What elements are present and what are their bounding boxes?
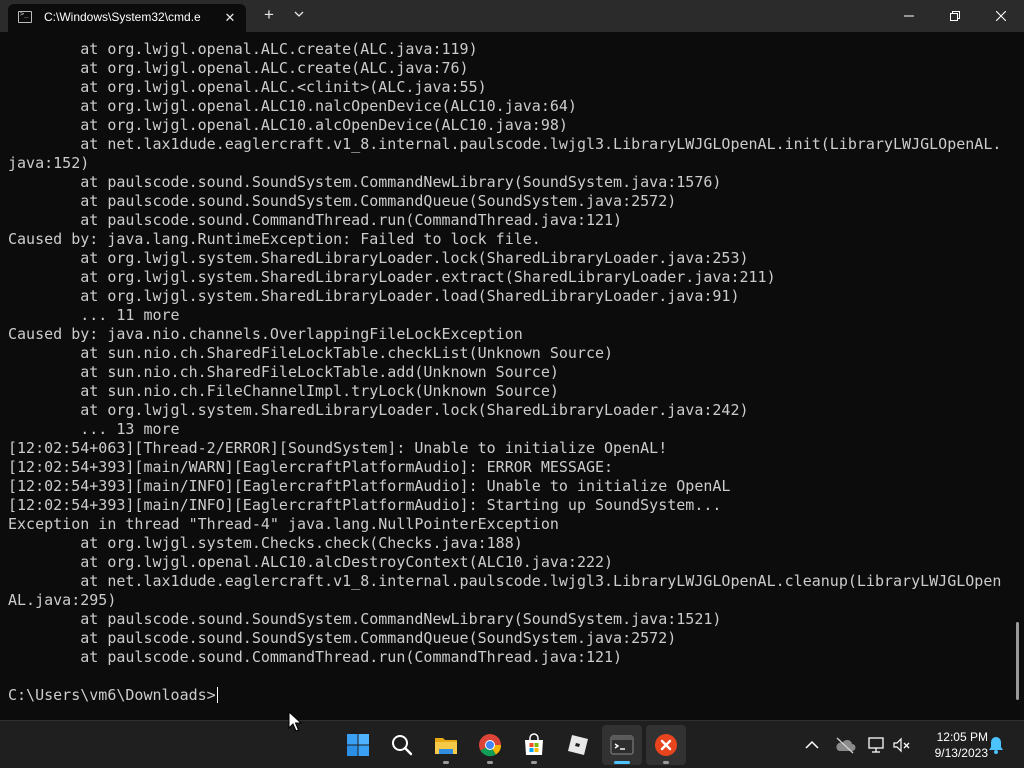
terminal-line: at org.lwjgl.openal.ALC10.alcOpenDevice(… [8,116,568,134]
command-prompt[interactable]: C:\Users\vm6\Downloads> [8,686,216,704]
file-explorer-icon [435,738,457,754]
terminal-line: AL.java:295) [8,591,117,609]
restore-icon [950,11,960,21]
chevron-up-icon [805,740,819,749]
new-tab-button[interactable]: + [258,4,280,26]
file-explorer-button[interactable] [426,725,466,765]
tab-cmd[interactable]: C:\Windows\System32\cmd.e ✕ [8,4,246,32]
terminal-line: at paulscode.sound.SoundSystem.CommandQu… [8,192,677,210]
running-indicator [614,761,630,764]
terminal-line: at paulscode.sound.SoundSystem.CommandNe… [8,173,722,191]
terminal-button[interactable] [602,725,642,765]
running-indicator [531,761,537,764]
terminal-line: at paulscode.sound.SoundSystem.CommandQu… [8,629,677,647]
terminal-line: at paulscode.sound.SoundSystem.CommandNe… [8,610,722,628]
mouse-pointer-icon [288,711,302,732]
cmd-icon [18,10,32,23]
show-hidden-icons-button[interactable] [802,735,822,755]
tab-title: C:\Windows\System32\cmd.e [44,10,201,24]
search-button[interactable] [382,725,422,765]
title-bar[interactable]: C:\Windows\System32\cmd.e ✕ + [0,0,1024,32]
microsoft-store-icon [525,733,543,755]
chevron-down-icon [294,11,304,17]
terminal-line: at org.lwjgl.system.SharedLibraryLoader.… [8,287,740,305]
terminal-line: [12:02:54+393][main/WARN][EaglercraftPla… [8,458,614,476]
text-cursor [216,687,218,703]
close-icon [996,11,1006,21]
clock-date: 9/13/2023 [934,746,988,760]
terminal-icon [610,735,634,755]
roblox-icon [568,735,588,755]
terminal-line: at org.lwjgl.system.SharedLibraryLoader.… [8,268,776,286]
terminal-line: at org.lwjgl.openal.ALC10.nalcOpenDevice… [8,97,577,115]
terminal-line: Exception in thread "Thread-4" java.lang… [8,515,559,533]
microsoft-store-button[interactable] [514,725,554,765]
network-icon [868,737,884,753]
terminal-line: Caused by: java.nio.channels.Overlapping… [8,325,523,343]
tab-dropdown-button[interactable] [288,4,310,26]
red-x-app-button[interactable] [646,725,686,765]
terminal-line: ... 11 more [8,306,180,324]
search-icon [392,735,413,756]
volume-muted-icon [893,737,910,753]
terminal-line: at sun.nio.ch.FileChannelImpl.tryLock(Un… [8,382,559,400]
clock-time: 12:05 PM [936,730,988,744]
terminal-line: ... 13 more [8,420,180,438]
terminal-line: at net.lax1dude.eaglercraft.v1_8.interna… [8,572,1002,590]
scrollbar-thumb[interactable] [1016,622,1019,700]
onedrive-tray-button[interactable] [834,735,856,755]
terminal-line: [12:02:54+393][main/INFO][EaglercraftPla… [8,477,731,495]
clock-button[interactable]: 12:05 PM 9/13/2023 [918,729,988,761]
notifications-button[interactable] [986,735,1006,755]
minimize-icon [904,15,914,17]
windows-start-icon [347,734,369,756]
terminal-line: at org.lwjgl.openal.ALC.<clinit>(ALC.jav… [8,78,487,96]
terminal-line: at sun.nio.ch.SharedFileLockTable.checkL… [8,344,614,362]
terminal-line: at org.lwjgl.system.Checks.check(Checks.… [8,534,523,552]
red-x-app-icon [655,734,677,756]
terminal-line: at org.lwjgl.openal.ALC10.alcDestroyCont… [8,553,614,571]
terminal-line: [12:02:54+393][main/INFO][EaglercraftPla… [8,496,722,514]
running-indicator [487,761,493,764]
close-window-button[interactable] [978,0,1024,32]
terminal-line: at org.lwjgl.system.SharedLibraryLoader.… [8,401,749,419]
terminal-line: at org.lwjgl.system.SharedLibraryLoader.… [8,249,749,267]
start-button[interactable] [338,725,378,765]
terminal-line: at net.lax1dude.eaglercraft.v1_8.interna… [8,135,1002,153]
terminal-area[interactable]: at org.lwjgl.openal.ALC.create(ALC.java:… [0,32,1014,720]
terminal-line: Caused by: java.lang.RuntimeException: F… [8,230,541,248]
taskbar: 12:05 PM 9/13/2023 [0,720,1024,768]
tab-close-icon[interactable]: ✕ [220,8,240,28]
minimize-button[interactable] [886,0,932,32]
chrome-button[interactable] [470,725,510,765]
terminal-line: [12:02:54+063][Thread-2/ERROR][SoundSyst… [8,439,668,457]
terminal-line: at org.lwjgl.openal.ALC.create(ALC.java:… [8,40,478,58]
terminal-line: at paulscode.sound.CommandThread.run(Com… [8,211,623,229]
terminal-line: at paulscode.sound.CommandThread.run(Com… [8,648,623,666]
network-tray-button[interactable] [866,735,886,755]
terminal-line: at org.lwjgl.openal.ALC.create(ALC.java:… [8,59,469,77]
running-indicator [443,761,449,764]
restore-button[interactable] [932,0,978,32]
terminal-line: at sun.nio.ch.SharedFileLockTable.add(Un… [8,363,559,381]
bell-icon [989,737,1003,754]
running-indicator [663,761,669,764]
volume-tray-button[interactable] [892,735,912,755]
terminal-output: at org.lwjgl.openal.ALC.create(ALC.java:… [0,32,1014,705]
onedrive-cloud-icon [836,737,856,754]
roblox-button[interactable] [558,725,598,765]
terminal-line: java:152) [8,154,90,172]
chrome-icon [479,734,502,757]
